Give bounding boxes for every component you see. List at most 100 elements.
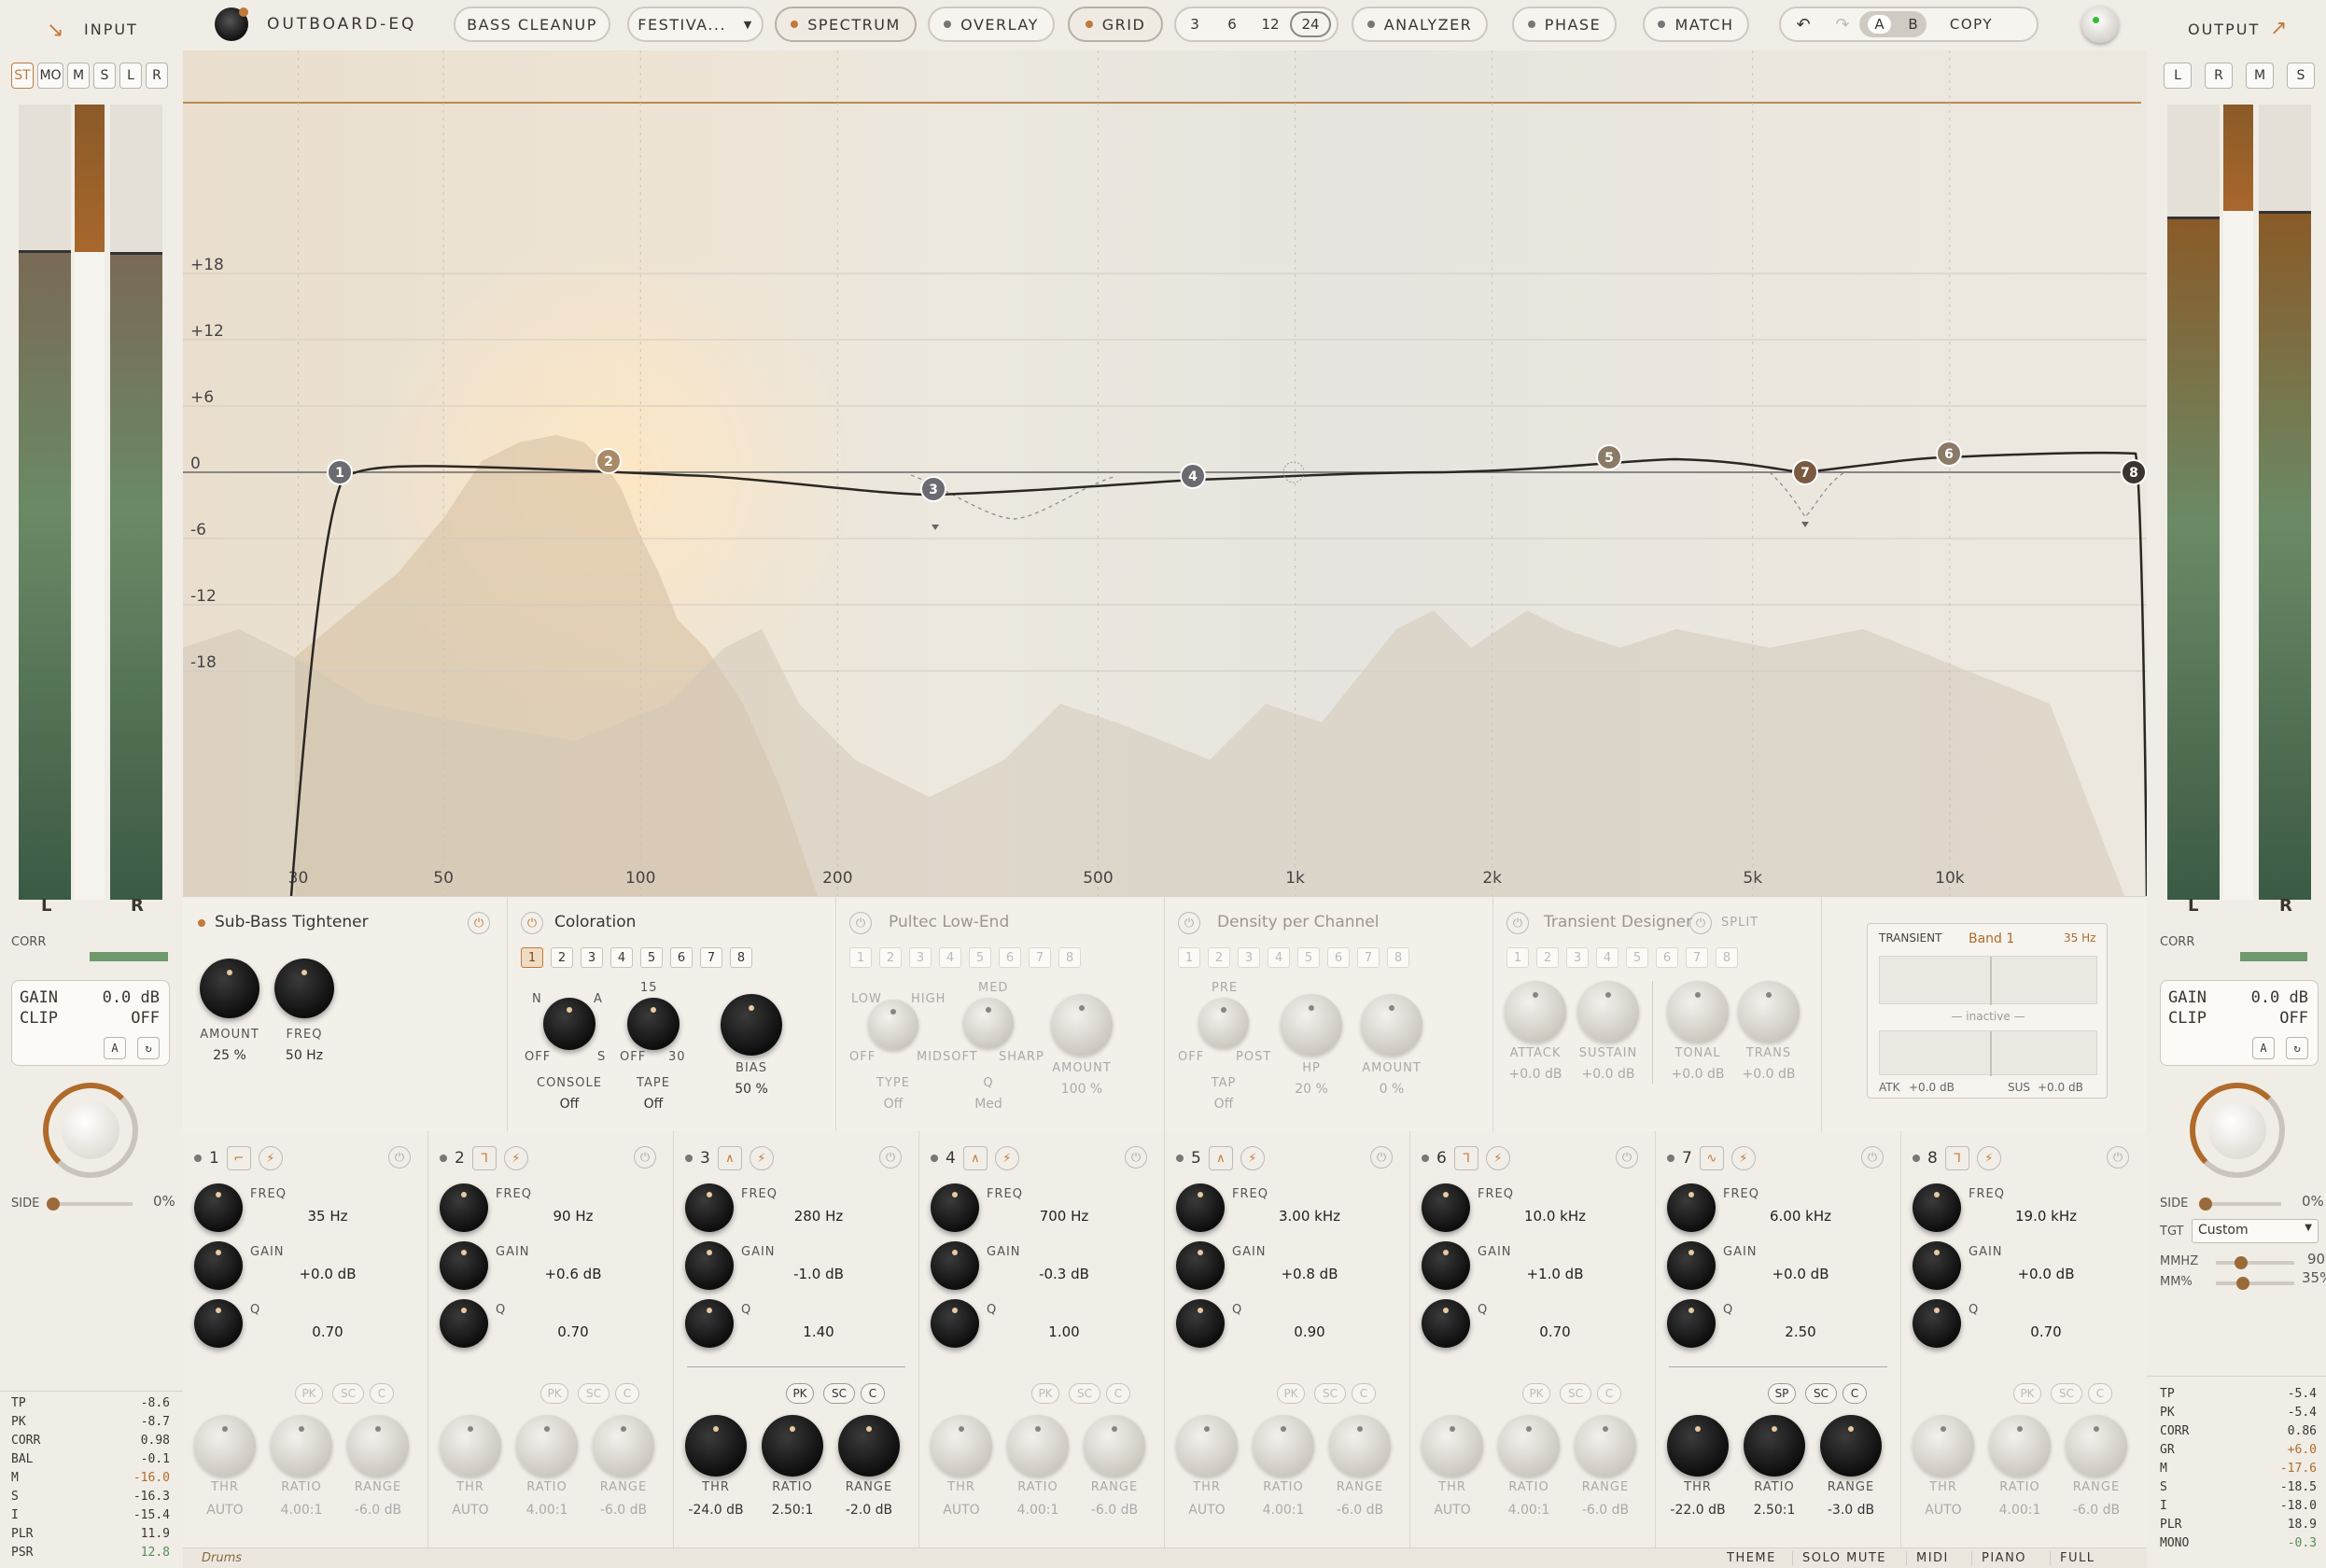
- band-number-button[interactable]: 6: [1327, 947, 1350, 968]
- band-power-icon[interactable]: ⏻: [1616, 1146, 1638, 1169]
- band-q-knob[interactable]: [1913, 1299, 1961, 1348]
- out-reset-icon[interactable]: ↻: [2286, 1037, 2308, 1059]
- subbass-amount-knob[interactable]: [200, 959, 259, 1018]
- mode-st[interactable]: ST: [11, 63, 34, 89]
- band-chip-pk[interactable]: PK: [1277, 1383, 1305, 1404]
- band-chip-sc[interactable]: SC: [823, 1383, 855, 1404]
- lightning-icon[interactable]: ⚡: [258, 1146, 283, 1170]
- transient-power-icon[interactable]: ⏻: [1506, 912, 1529, 934]
- band-freq-knob[interactable]: [1667, 1183, 1716, 1232]
- band-freq-value[interactable]: 90 Hz: [522, 1208, 624, 1225]
- out-mode-s[interactable]: S: [2287, 63, 2315, 89]
- lightning-icon[interactable]: ⚡: [1976, 1146, 2001, 1170]
- band-gain-knob[interactable]: [1913, 1241, 1961, 1290]
- band-gain-knob[interactable]: [1667, 1241, 1716, 1290]
- preset-dropdown[interactable]: FESTIVA... ▼: [627, 7, 764, 42]
- undo-icon[interactable]: ↶: [1781, 15, 1826, 35]
- band-gain-knob[interactable]: [685, 1241, 734, 1290]
- band-chip-sc[interactable]: SC: [1560, 1383, 1591, 1404]
- band-number-button[interactable]: 5: [969, 947, 991, 968]
- output-a-button[interactable]: A: [2252, 1037, 2275, 1059]
- band-chip-c[interactable]: C: [1106, 1383, 1130, 1404]
- out-mode-r[interactable]: R: [2205, 63, 2233, 89]
- band-chip-c[interactable]: C: [1843, 1383, 1867, 1404]
- a-button[interactable]: A: [1868, 15, 1891, 34]
- band-gain-value[interactable]: +1.0 dB: [1504, 1266, 1606, 1282]
- copy-button[interactable]: COPY: [1927, 16, 2016, 33]
- band-freq-value[interactable]: 700 Hz: [1013, 1208, 1115, 1225]
- footer-item[interactable]: MIDI: [1906, 1551, 1949, 1565]
- mode-m[interactable]: M: [67, 63, 90, 89]
- band-gain-knob[interactable]: [1176, 1241, 1225, 1290]
- out-mode-m[interactable]: M: [2246, 63, 2274, 89]
- band-thr-knob[interactable]: [440, 1415, 501, 1477]
- band-power-icon[interactable]: ⏻: [388, 1146, 411, 1169]
- band-number-button[interactable]: 4: [1268, 947, 1290, 968]
- lightning-icon[interactable]: ⚡: [1240, 1146, 1265, 1170]
- band-range-knob[interactable]: [1329, 1415, 1391, 1477]
- band-number-button[interactable]: 5: [1626, 947, 1648, 968]
- band-power-icon[interactable]: ⏻: [634, 1146, 656, 1169]
- band-gain-value[interactable]: +0.0 dB: [1749, 1266, 1852, 1282]
- b-button[interactable]: B: [1908, 16, 1917, 33]
- lightning-icon[interactable]: ⚡: [1730, 1146, 1756, 1170]
- band-range-knob[interactable]: [347, 1415, 409, 1477]
- band-q-knob[interactable]: [194, 1299, 243, 1348]
- band-chip-c[interactable]: C: [1597, 1383, 1621, 1404]
- band-freq-value[interactable]: 19.0 kHz: [1995, 1208, 2097, 1225]
- attack-knob[interactable]: [1505, 981, 1566, 1043]
- tape-knob[interactable]: [627, 998, 680, 1050]
- band-number-button[interactable]: 6: [670, 947, 693, 968]
- band-power-icon[interactable]: ⏻: [1861, 1146, 1884, 1169]
- grid-6[interactable]: 6: [1213, 16, 1251, 33]
- output-gain-box[interactable]: GAIN 0.0 dB CLIP OFF A ↻: [2160, 980, 2319, 1066]
- band-q-knob[interactable]: [1422, 1299, 1470, 1348]
- band-chip-pk[interactable]: PK: [786, 1383, 814, 1404]
- mmhz-slider[interactable]: [2216, 1256, 2294, 1269]
- band-number-button[interactable]: 1: [1506, 947, 1529, 968]
- footer-item[interactable]: PIANO: [1971, 1551, 2026, 1565]
- band-chip-pk[interactable]: PK: [1031, 1383, 1059, 1404]
- lightning-icon[interactable]: ⚡: [1485, 1146, 1510, 1170]
- band-number-button[interactable]: 3: [1238, 947, 1260, 968]
- band-freq-value[interactable]: 3.00 kHz: [1258, 1208, 1361, 1225]
- band-number-button[interactable]: 1: [1178, 947, 1200, 968]
- pultec-q-knob[interactable]: [963, 998, 1014, 1048]
- band-thr-knob[interactable]: [931, 1415, 992, 1477]
- band-q-value[interactable]: 0.90: [1258, 1323, 1361, 1340]
- band-ratio-knob[interactable]: [271, 1415, 332, 1477]
- clip-value[interactable]: OFF: [131, 1009, 160, 1028]
- mode-l[interactable]: L: [119, 63, 142, 89]
- band-gain-value[interactable]: +0.0 dB: [276, 1266, 379, 1282]
- band-q-knob[interactable]: [1176, 1299, 1225, 1348]
- eq-node-4[interactable]: 4: [1180, 463, 1206, 489]
- band-number-button[interactable]: 3: [1566, 947, 1589, 968]
- band-q-knob[interactable]: [685, 1299, 734, 1348]
- band-chip-sc[interactable]: SC: [2051, 1383, 2082, 1404]
- mmpct-slider[interactable]: [2216, 1277, 2294, 1290]
- power-led-icon[interactable]: [2081, 6, 2119, 43]
- band-chip-sc[interactable]: SC: [1069, 1383, 1100, 1404]
- band-gain-value[interactable]: +0.0 dB: [1995, 1266, 2097, 1282]
- eq-graph[interactable]: +18 +12 +6 0 -6 -12 -18 30 50 100 200 500 1k 2k 5k 10k…: [183, 50, 2147, 896]
- footer-item[interactable]: THEME: [1717, 1551, 1776, 1565]
- band-number-button[interactable]: 2: [551, 947, 573, 968]
- band-number-button[interactable]: 7: [1357, 947, 1380, 968]
- filter-shape-icon[interactable]: ∿: [1699, 1146, 1724, 1170]
- mode-r[interactable]: R: [146, 63, 168, 89]
- band-chip-c[interactable]: C: [615, 1383, 639, 1404]
- band-chip-sc[interactable]: SC: [332, 1383, 364, 1404]
- preset-button[interactable]: BASS CLEANUP: [454, 7, 610, 42]
- band-ratio-knob[interactable]: [1989, 1415, 2051, 1477]
- filter-shape-icon[interactable]: ᒣ: [471, 1146, 497, 1170]
- coloration-power-icon[interactable]: ⏻: [521, 912, 543, 934]
- band-chip-pk[interactable]: PK: [2013, 1383, 2041, 1404]
- filter-shape-icon[interactable]: ⌐: [226, 1146, 251, 1170]
- filter-shape-icon[interactable]: ∧: [962, 1146, 988, 1170]
- band-q-value[interactable]: 1.00: [1013, 1323, 1115, 1340]
- out-side-slider[interactable]: [2199, 1197, 2281, 1211]
- band-q-value[interactable]: 1.40: [767, 1323, 870, 1340]
- band-number-button[interactable]: 2: [879, 947, 902, 968]
- band-thr-knob[interactable]: [1667, 1415, 1729, 1477]
- band-ratio-knob[interactable]: [1498, 1415, 1560, 1477]
